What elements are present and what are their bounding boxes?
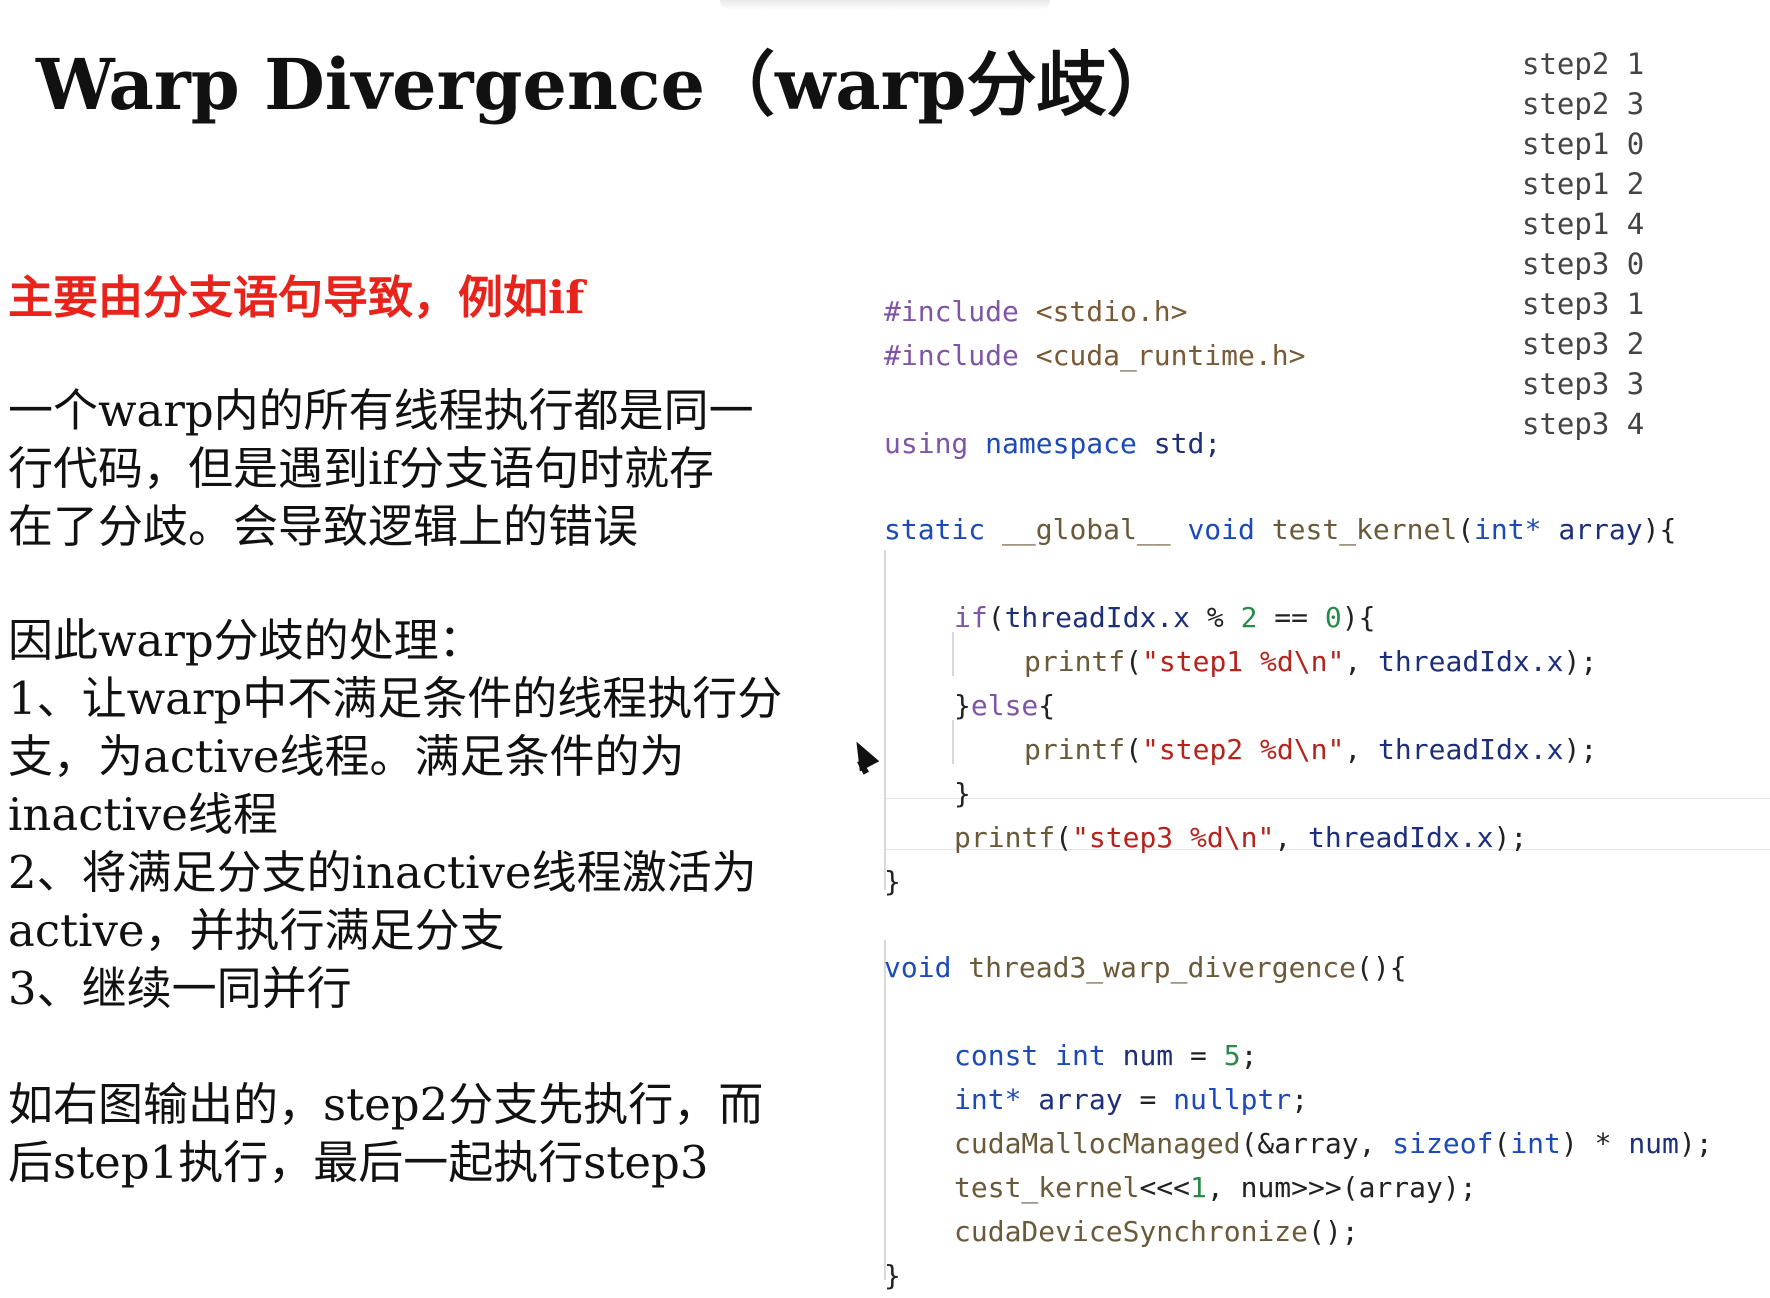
paragraph-line: inactive线程 xyxy=(8,788,278,841)
paragraph-line: 行代码，但是遇到if分支语句时就存 xyxy=(8,442,715,495)
paragraph-line: 一个warp内的所有线程执行都是同一 xyxy=(8,384,754,437)
code-line: static __global__ void test_kernel(int* … xyxy=(884,513,1677,546)
slide-title: Warp Divergence（warp分歧） xyxy=(36,43,1177,126)
code-line: #include <cuda_runtime.h> xyxy=(884,339,1306,372)
code-line: #include <stdio.h> xyxy=(884,295,1188,328)
code-line: printf("step3 %d\n", threadIdx.x); xyxy=(954,821,1528,854)
code-line: using namespace std; xyxy=(884,427,1222,460)
output-line: step1 2 xyxy=(1522,167,1645,201)
paragraph-line: 3、继续一同并行 xyxy=(8,962,352,1015)
indent-guide xyxy=(952,632,954,676)
indent-guide xyxy=(884,550,886,890)
output-line: step1 0 xyxy=(1522,127,1645,161)
code-line: int* array = nullptr; xyxy=(954,1083,1309,1116)
top-shadow xyxy=(720,0,1050,10)
subtitle: 主要由分支语句导致，例如if xyxy=(8,271,585,324)
output-line: step3 2 xyxy=(1522,327,1645,361)
paragraph-line: 2、将满足分支的inactive线程激活为 xyxy=(8,846,757,899)
code-line: cudaMallocManaged(&array, sizeof(int) * … xyxy=(954,1127,1713,1160)
output-line: step2 3 xyxy=(1522,87,1645,121)
paragraph-line: active，并执行满足分支 xyxy=(8,904,505,957)
indent-guide xyxy=(884,940,886,1280)
code-line: if(threadIdx.x % 2 == 0){ xyxy=(954,601,1376,634)
output-line: step3 4 xyxy=(1522,407,1645,441)
paragraph-line: 因此warp分歧的处理： xyxy=(8,614,484,667)
code-line: void thread3_warp_divergence(){ xyxy=(884,951,1407,984)
code-line: test_kernel<<<1, num>>>(array); xyxy=(954,1171,1477,1204)
code-line: } xyxy=(954,777,971,810)
text-column: 主要由分支语句导致，例如if 一个warp内的所有线程执行都是同一 行代码，但是… xyxy=(8,270,808,1192)
code-line: printf("step1 %d\n", threadIdx.x); xyxy=(1024,645,1598,678)
code-line: cudaDeviceSynchronize(); xyxy=(954,1215,1359,1248)
output-line: step3 3 xyxy=(1522,367,1645,401)
paragraph-line: 1、让warp中不满足条件的线程执行分 xyxy=(8,672,783,725)
code-line: } xyxy=(884,865,901,898)
paragraph-line: 如右图输出的，step2分支先执行，而 xyxy=(8,1078,764,1131)
code-line: const int num = 5; xyxy=(954,1039,1258,1072)
code-line: printf("step2 %d\n", threadIdx.x); xyxy=(1024,733,1598,766)
code-line: }else{ xyxy=(954,689,1056,722)
code-line: } xyxy=(884,1259,901,1292)
output-line: step3 0 xyxy=(1522,247,1645,281)
output-line: step3 1 xyxy=(1522,287,1645,321)
paragraph-line: 后step1执行，最后一起执行step3 xyxy=(8,1136,709,1189)
output-line: step1 4 xyxy=(1522,207,1645,241)
paragraph-line: 在了分歧。会导致逻辑上的错误 xyxy=(8,500,639,553)
paragraph-line: 支，为active线程。满足条件的为 xyxy=(8,730,685,783)
console-output: step2 1 step2 3 step1 0 step1 2 step1 4 … xyxy=(1522,44,1644,444)
output-line: step2 1 xyxy=(1522,47,1645,81)
indent-guide xyxy=(952,720,954,764)
